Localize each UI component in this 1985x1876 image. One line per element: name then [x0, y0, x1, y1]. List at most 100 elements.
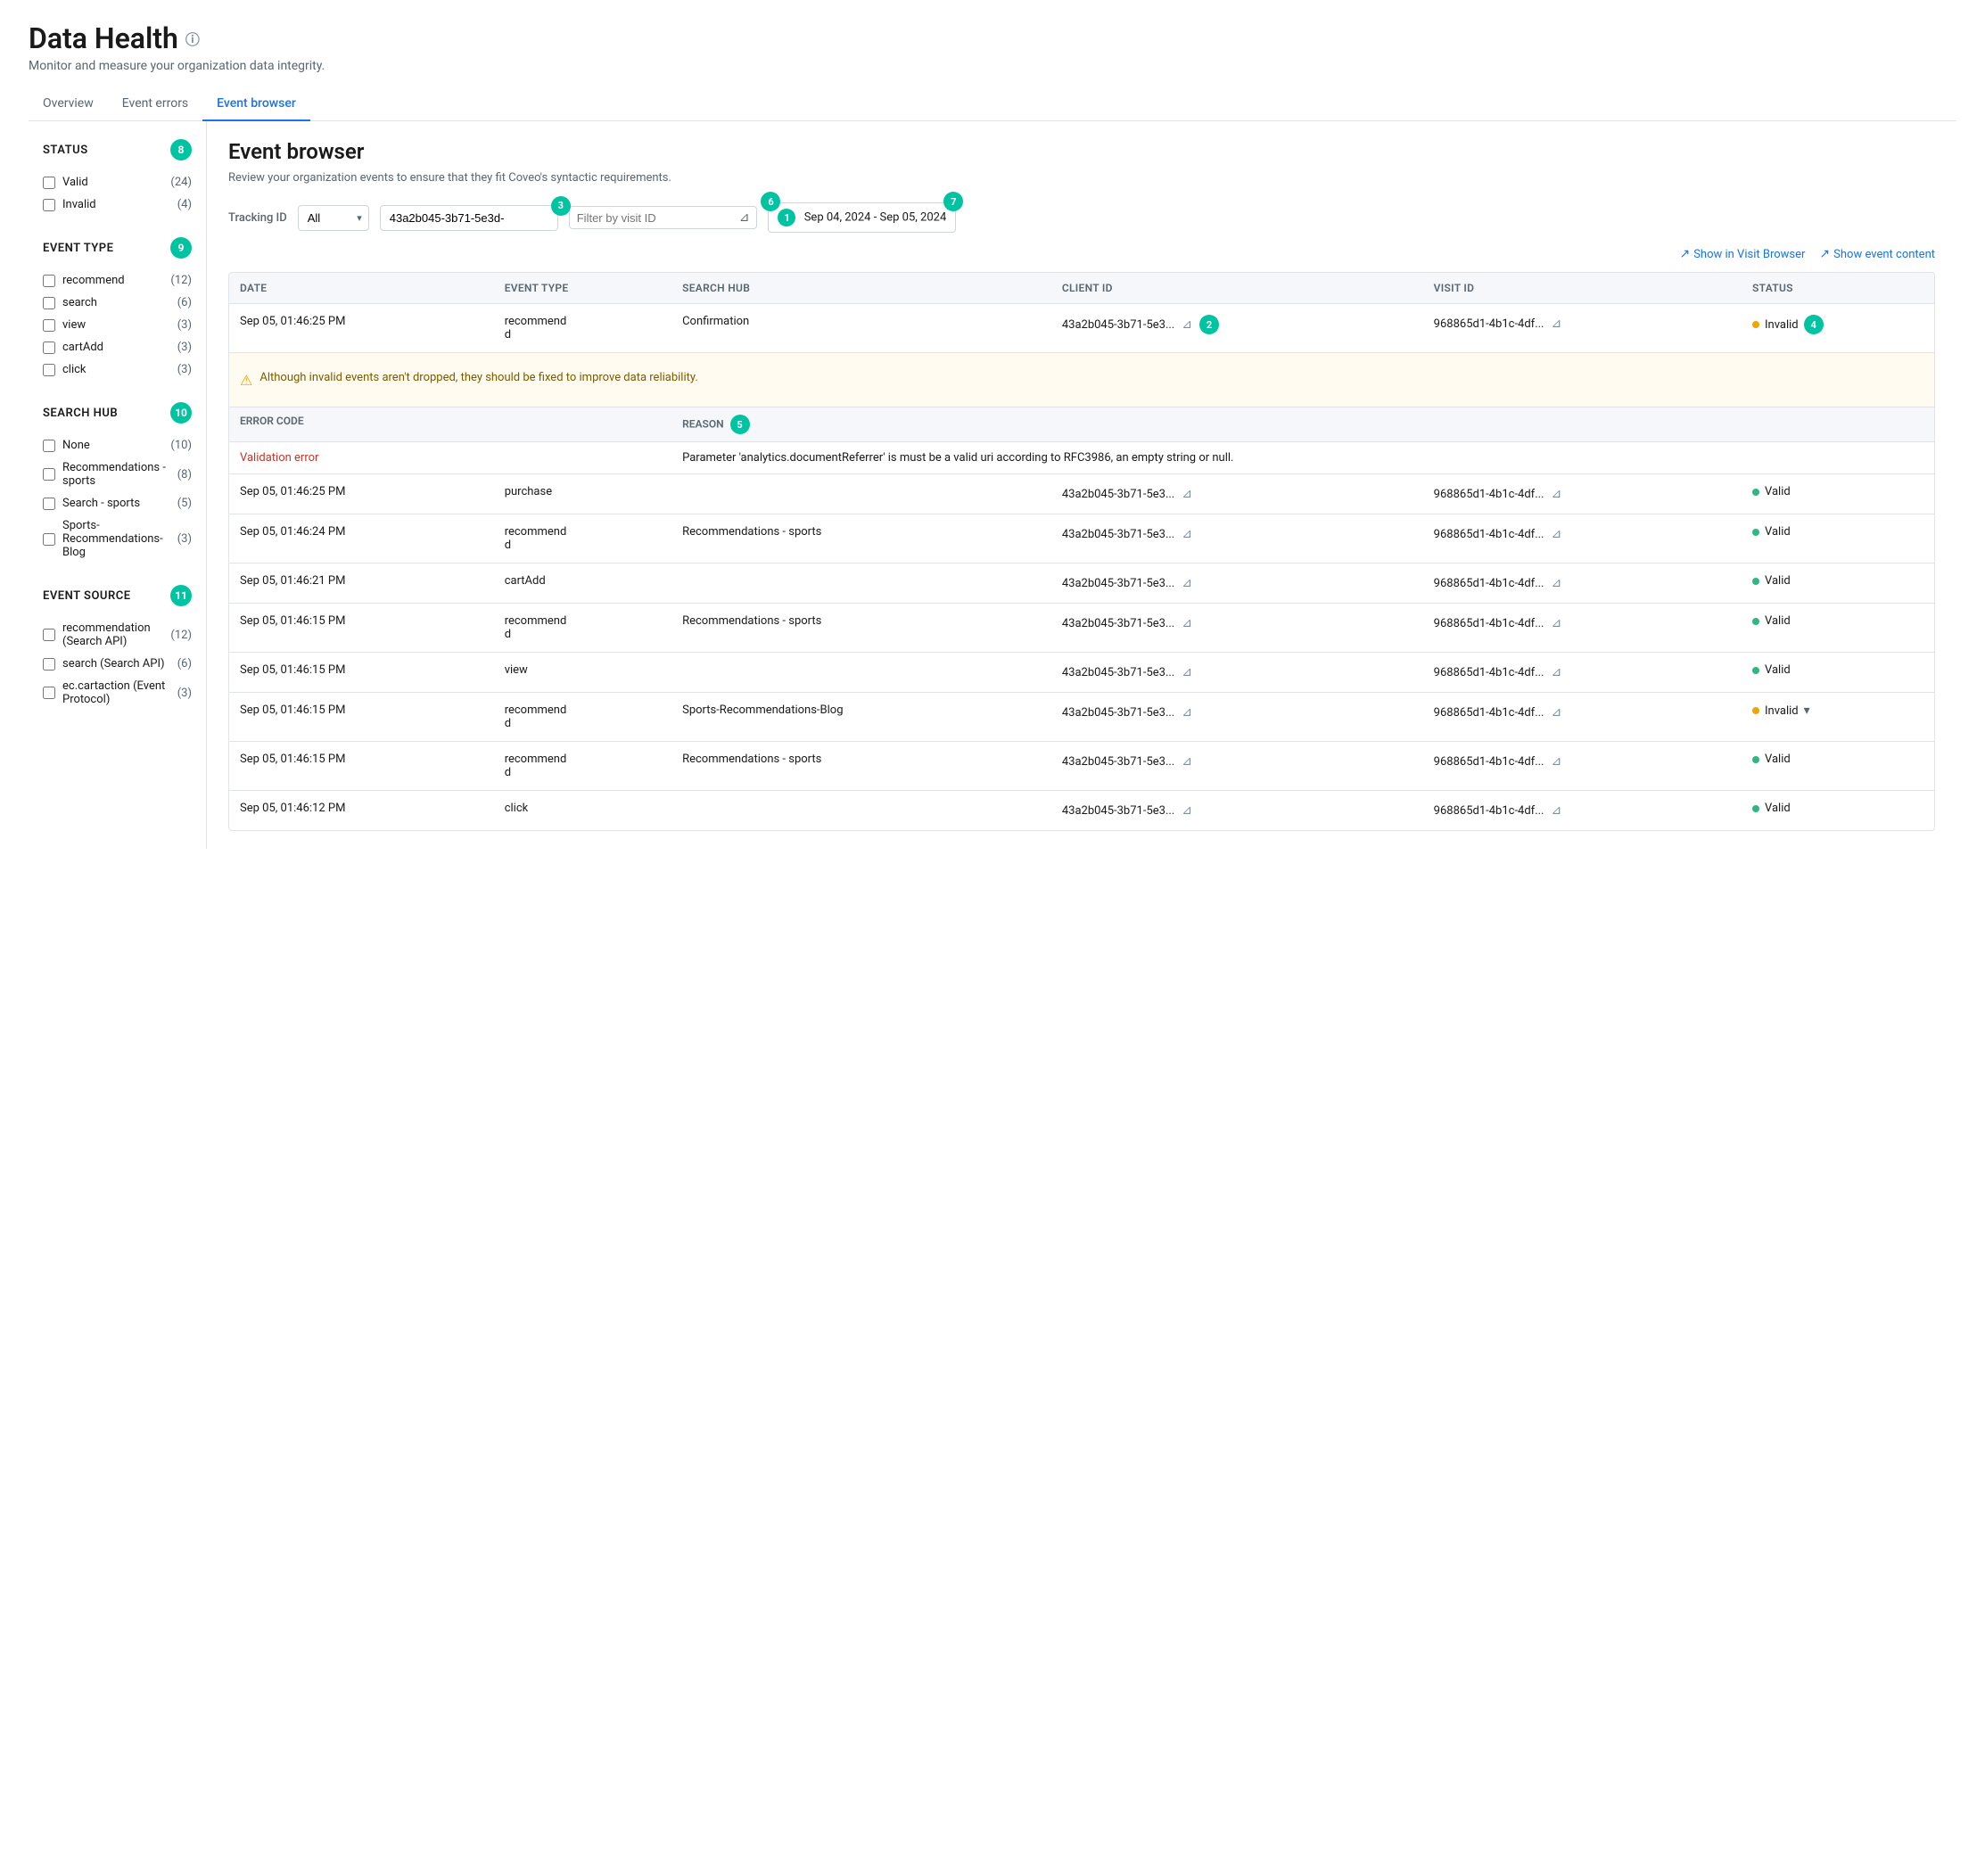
row-4-client-filter-icon[interactable]: ⊿: [1178, 614, 1196, 632]
sidebar-search-hub-section: Search hub 10 None (10) Recommendations …: [29, 402, 206, 564]
row-8-client-filter-icon[interactable]: ⊿: [1178, 802, 1196, 819]
row-2-visit-filter-icon[interactable]: ⊿: [1548, 525, 1566, 543]
row-2-visit-id-text: 968865d1-4b1c-4df...: [1434, 528, 1544, 541]
row-8-event-type: click: [494, 791, 671, 831]
sidebar-item-cartadd[interactable]: cartAdd (3): [29, 336, 206, 358]
error-reason-cell: Parameter 'analytics.documentReferrer' i…: [671, 442, 1934, 474]
status-valid-checkbox[interactable]: [43, 177, 55, 189]
table-row: Sep 05, 01:46:24 PM recommendd Recommend…: [229, 514, 1934, 564]
sidebar-item-recommendation-search[interactable]: recommendation (Search API) (12): [29, 617, 206, 653]
event-id-input[interactable]: [380, 205, 558, 231]
row-4-visit-id-container: 968865d1-4b1c-4df... ⊿: [1434, 614, 1731, 632]
event-type-view-checkbox[interactable]: [43, 319, 55, 332]
warning-cell: ⚠ Although invalid events aren't dropped…: [229, 353, 1934, 407]
row-4-status-dot: [1752, 618, 1759, 625]
row-4-client-id-text: 43a2b045-3b71-5e3...: [1062, 617, 1174, 630]
sidebar-item-click[interactable]: click (3): [29, 358, 206, 381]
sidebar-item-search[interactable]: search (6): [29, 292, 206, 314]
row-2-status-text: Valid: [1765, 525, 1791, 539]
warning-row: ⚠ Although invalid events aren't dropped…: [229, 353, 1934, 407]
date-range-picker[interactable]: 1 Sep 04, 2024 - Sep 05, 2024: [768, 202, 956, 233]
row-6-client-filter-icon[interactable]: ⊿: [1178, 704, 1196, 721]
tab-event-errors[interactable]: Event errors: [108, 87, 202, 121]
row-0-visit-filter-icon[interactable]: ⊿: [1548, 315, 1566, 333]
search-hub-rec-sports-checkbox[interactable]: [43, 468, 55, 481]
search-hub-none-checkbox[interactable]: [43, 440, 55, 452]
row-6-visit-id: 968865d1-4b1c-4df... ⊿: [1423, 693, 1742, 742]
row-2-status-dot: [1752, 529, 1759, 536]
tab-event-browser[interactable]: Event browser: [202, 87, 310, 121]
event-type-click-checkbox[interactable]: [43, 364, 55, 376]
row-4-visit-filter-icon[interactable]: ⊿: [1548, 614, 1566, 632]
row-5-event-type: view: [494, 653, 671, 693]
row-3-visit-filter-icon[interactable]: ⊿: [1548, 574, 1566, 592]
tracking-id-select-wrapper[interactable]: All: [298, 205, 369, 231]
event-type-search-checkbox[interactable]: [43, 297, 55, 309]
error-reason-header: Reason 5: [671, 407, 1934, 442]
row-5-visit-filter-icon[interactable]: ⊿: [1548, 663, 1566, 681]
row-0-client-filter-icon[interactable]: ⊿: [1178, 316, 1196, 333]
event-type-cartadd-label: cartAdd: [62, 341, 170, 354]
row-2-client-filter-icon[interactable]: ⊿: [1178, 525, 1196, 543]
info-icon[interactable]: ⓘ: [185, 28, 200, 49]
sidebar-item-view[interactable]: view (3): [29, 314, 206, 336]
row-5-client-id-text: 43a2b045-3b71-5e3...: [1062, 666, 1174, 679]
row-8-visit-filter-icon[interactable]: ⊿: [1548, 802, 1566, 819]
sidebar-item-recommend[interactable]: recommend (12): [29, 269, 206, 292]
sidebar-item-ec-cartaction[interactable]: ec.cartaction (Event Protocol) (3): [29, 675, 206, 711]
status-invalid-count: (4): [177, 198, 192, 211]
sidebar-item-none[interactable]: None (10): [29, 434, 206, 457]
search-hub-sports-rec-blog-count: (3): [177, 532, 192, 546]
search-hub-section-title: Search hub: [43, 407, 118, 420]
sidebar-item-search-api[interactable]: search (Search API) (6): [29, 653, 206, 675]
show-event-content-link[interactable]: ↗ Show event content: [1819, 247, 1935, 261]
event-type-cartadd-checkbox[interactable]: [43, 341, 55, 354]
col-date: Date: [229, 273, 494, 304]
row-0-visit-id-text: 968865d1-4b1c-4df...: [1434, 317, 1544, 331]
row-3-visit-id-text: 968865d1-4b1c-4df...: [1434, 577, 1544, 590]
row-6-visit-filter-icon[interactable]: ⊿: [1548, 704, 1566, 721]
row-6-expand-icon[interactable]: ▾: [1804, 704, 1810, 718]
visit-filter-wrapper: ⊿: [569, 206, 758, 229]
event-source-badge-11: 11: [170, 585, 192, 606]
event-source-ec-checkbox[interactable]: [43, 687, 55, 699]
row-7-visit-filter-icon[interactable]: ⊿: [1548, 753, 1566, 770]
sidebar-item-invalid[interactable]: Invalid (4): [29, 193, 206, 216]
tab-overview[interactable]: Overview: [29, 87, 108, 121]
status-section-title: Status: [43, 144, 88, 157]
row-8-date: Sep 05, 01:46:12 PM: [229, 791, 494, 831]
filter-funnel-icon[interactable]: ⊿: [739, 210, 750, 225]
show-visit-browser-link[interactable]: ↗ Show in Visit Browser: [1679, 247, 1805, 261]
row-0-status: Invalid 4: [1742, 304, 1934, 353]
row-1-client-filter-icon[interactable]: ⊿: [1178, 485, 1196, 503]
sidebar-item-sports-rec-blog[interactable]: Sports-Recommendations-Blog (3): [29, 514, 206, 564]
row-6-status-container: Invalid ▾: [1752, 704, 1923, 718]
row-1-visit-id-text: 968865d1-4b1c-4df...: [1434, 488, 1544, 501]
event-source-ec-count: (3): [177, 687, 192, 700]
event-type-badge-9: 9: [170, 237, 192, 259]
search-hub-search-sports-checkbox[interactable]: [43, 498, 55, 510]
row-1-search-hub: [671, 474, 1051, 514]
sidebar-item-rec-sports[interactable]: Recommendations - sports (8): [29, 457, 206, 492]
tracking-id-select[interactable]: All: [298, 205, 369, 231]
event-type-cartadd-count: (3): [177, 341, 192, 354]
row-1-status-text: Valid: [1765, 485, 1791, 498]
visit-id-input[interactable]: [577, 211, 734, 225]
status-invalid-checkbox[interactable]: [43, 199, 55, 211]
row-3-visit-id: 968865d1-4b1c-4df... ⊿: [1423, 564, 1742, 604]
event-source-rec-search-checkbox[interactable]: [43, 629, 55, 641]
row-3-client-filter-icon[interactable]: ⊿: [1178, 574, 1196, 592]
row-7-client-filter-icon[interactable]: ⊿: [1178, 753, 1196, 770]
show-event-content-label: Show event content: [1833, 248, 1935, 261]
search-hub-sports-rec-blog-checkbox[interactable]: [43, 533, 55, 546]
row-1-visit-filter-icon[interactable]: ⊿: [1548, 485, 1566, 503]
row-5-client-filter-icon[interactable]: ⊿: [1178, 663, 1196, 681]
sidebar-item-search-sports[interactable]: Search - sports (5): [29, 492, 206, 514]
event-type-recommend-checkbox[interactable]: [43, 275, 55, 287]
sidebar-item-valid[interactable]: Valid (24): [29, 171, 206, 193]
row-8-status: Valid: [1742, 791, 1934, 831]
row-6-status-text: Invalid: [1765, 704, 1799, 718]
event-source-search-api-checkbox[interactable]: [43, 658, 55, 671]
table-row: Sep 05, 01:46:15 PM recommendd Recommend…: [229, 742, 1934, 791]
sidebar-status-section: Status 8 Valid (24) Invalid (4): [29, 139, 206, 216]
